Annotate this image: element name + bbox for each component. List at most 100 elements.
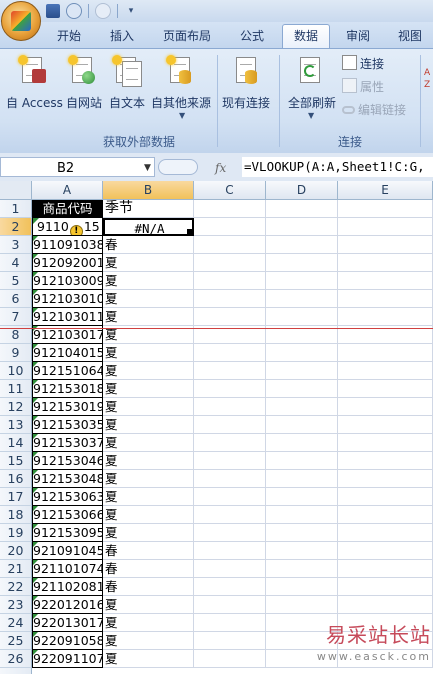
cell-c21[interactable]	[194, 560, 266, 578]
cell-e20[interactable]	[338, 542, 433, 560]
row-header-15[interactable]: 15	[0, 452, 32, 470]
cell-d3[interactable]	[266, 236, 338, 254]
row-header-6[interactable]: 6	[0, 290, 32, 308]
cell-a15[interactable]: 912153046	[32, 452, 103, 470]
cell-a13[interactable]: 912153035	[32, 416, 103, 434]
row-header-18[interactable]: 18	[0, 506, 32, 524]
cell-c11[interactable]	[194, 380, 266, 398]
cell-a20[interactable]: 921091045	[32, 542, 103, 560]
column-header-d[interactable]: D	[266, 181, 338, 200]
cell-d9[interactable]	[266, 344, 338, 362]
cell-b24[interactable]: 夏	[103, 614, 194, 632]
row-header-19[interactable]: 19	[0, 524, 32, 542]
cell-c19[interactable]	[194, 524, 266, 542]
cell-a18[interactable]: 912153066	[32, 506, 103, 524]
cell-b6[interactable]: 夏	[103, 290, 194, 308]
cell-c6[interactable]	[194, 290, 266, 308]
cell-c9[interactable]	[194, 344, 266, 362]
fill-handle[interactable]	[186, 228, 192, 234]
cell-e22[interactable]	[338, 578, 433, 596]
cell-a25[interactable]: 922091058	[32, 632, 103, 650]
cell-e6[interactable]	[338, 290, 433, 308]
cell-a11[interactable]: 912153018	[32, 380, 103, 398]
name-box[interactable]: B2 ▼	[0, 157, 155, 177]
tab-home[interactable]: 开始	[57, 27, 81, 44]
cell-d16[interactable]	[266, 470, 338, 488]
cell-b4[interactable]: 夏	[103, 254, 194, 272]
redo-icon[interactable]	[95, 3, 111, 19]
cell-e17[interactable]	[338, 488, 433, 506]
cell-d11[interactable]	[266, 380, 338, 398]
cell-b22[interactable]: 春	[103, 578, 194, 596]
cell-a7[interactable]: 912103011	[32, 308, 103, 326]
office-button[interactable]	[1, 1, 41, 41]
properties-button[interactable]: 属性	[342, 78, 384, 95]
cell-b26[interactable]: 夏	[103, 650, 194, 668]
cell-d20[interactable]	[266, 542, 338, 560]
cell-a22[interactable]: 921102081	[32, 578, 103, 596]
insert-function-icon[interactable]: fx	[215, 161, 226, 175]
cell-b14[interactable]: 夏	[103, 434, 194, 452]
row-header-10[interactable]: 10	[0, 362, 32, 380]
cell-d17[interactable]	[266, 488, 338, 506]
cell-c16[interactable]	[194, 470, 266, 488]
from-text-button[interactable]: 自文本	[108, 53, 148, 113]
tab-formulas[interactable]: 公式	[240, 27, 264, 44]
cell-c14[interactable]	[194, 434, 266, 452]
cell-d4[interactable]	[266, 254, 338, 272]
row-header-11[interactable]: 11	[0, 380, 32, 398]
save-icon[interactable]	[46, 4, 60, 18]
column-header-e[interactable]: E	[338, 181, 433, 200]
cell-a2[interactable]: 9110! 15	[32, 218, 103, 236]
refresh-all-button[interactable]: 全部刷新 ▼	[284, 53, 338, 129]
cell-b11[interactable]: 夏	[103, 380, 194, 398]
cell-b16[interactable]: 夏	[103, 470, 194, 488]
cell-c25[interactable]	[194, 632, 266, 650]
cell-b1[interactable]: 季节	[103, 200, 194, 218]
cell-e21[interactable]	[338, 560, 433, 578]
cell-a19[interactable]: 912153095	[32, 524, 103, 542]
cell-d18[interactable]	[266, 506, 338, 524]
cell-e10[interactable]	[338, 362, 433, 380]
row-header-4[interactable]: 4	[0, 254, 32, 272]
cell-d13[interactable]	[266, 416, 338, 434]
cell-e11[interactable]	[338, 380, 433, 398]
cell-a26[interactable]: 922091107	[32, 650, 103, 668]
cell-d21[interactable]	[266, 560, 338, 578]
cell-b20[interactable]: 春	[103, 542, 194, 560]
cell-c17[interactable]	[194, 488, 266, 506]
cell-e1[interactable]	[338, 200, 433, 218]
cell-a4[interactable]: 912092001	[32, 254, 103, 272]
cell-a16[interactable]: 912153048	[32, 470, 103, 488]
cell-c18[interactable]	[194, 506, 266, 524]
cell-d6[interactable]	[266, 290, 338, 308]
cell-b18[interactable]: 夏	[103, 506, 194, 524]
cell-b10[interactable]: 夏	[103, 362, 194, 380]
tab-view[interactable]: 视图	[398, 27, 422, 44]
cell-a5[interactable]: 912103009	[32, 272, 103, 290]
cell-e13[interactable]	[338, 416, 433, 434]
connections-button[interactable]: 连接	[342, 55, 384, 72]
cell-a17[interactable]: 912153063	[32, 488, 103, 506]
cell-d15[interactable]	[266, 452, 338, 470]
chevron-down-icon[interactable]: ▼	[144, 163, 151, 173]
row-header-21[interactable]: 21	[0, 560, 32, 578]
cell-a21[interactable]: 921101074	[32, 560, 103, 578]
row-header-9[interactable]: 9	[0, 344, 32, 362]
column-header-c[interactable]: C	[194, 181, 266, 200]
cell-c3[interactable]	[194, 236, 266, 254]
cell-e12[interactable]	[338, 398, 433, 416]
existing-connections-button[interactable]: 现有连接	[220, 53, 276, 113]
cell-b5[interactable]: 夏	[103, 272, 194, 290]
cell-c24[interactable]	[194, 614, 266, 632]
from-access-button[interactable]: 自 Access	[4, 53, 64, 113]
cell-e15[interactable]	[338, 452, 433, 470]
cell-b23[interactable]: 夏	[103, 596, 194, 614]
cell-a12[interactable]: 912153019	[32, 398, 103, 416]
cell-a23[interactable]: 922012016	[32, 596, 103, 614]
cell-a24[interactable]: 922013017	[32, 614, 103, 632]
edit-links-button[interactable]: 编辑链接	[342, 101, 406, 118]
cell-a10[interactable]: 912151064	[32, 362, 103, 380]
cell-b25[interactable]: 夏	[103, 632, 194, 650]
row-header-26[interactable]: 26	[0, 650, 32, 668]
